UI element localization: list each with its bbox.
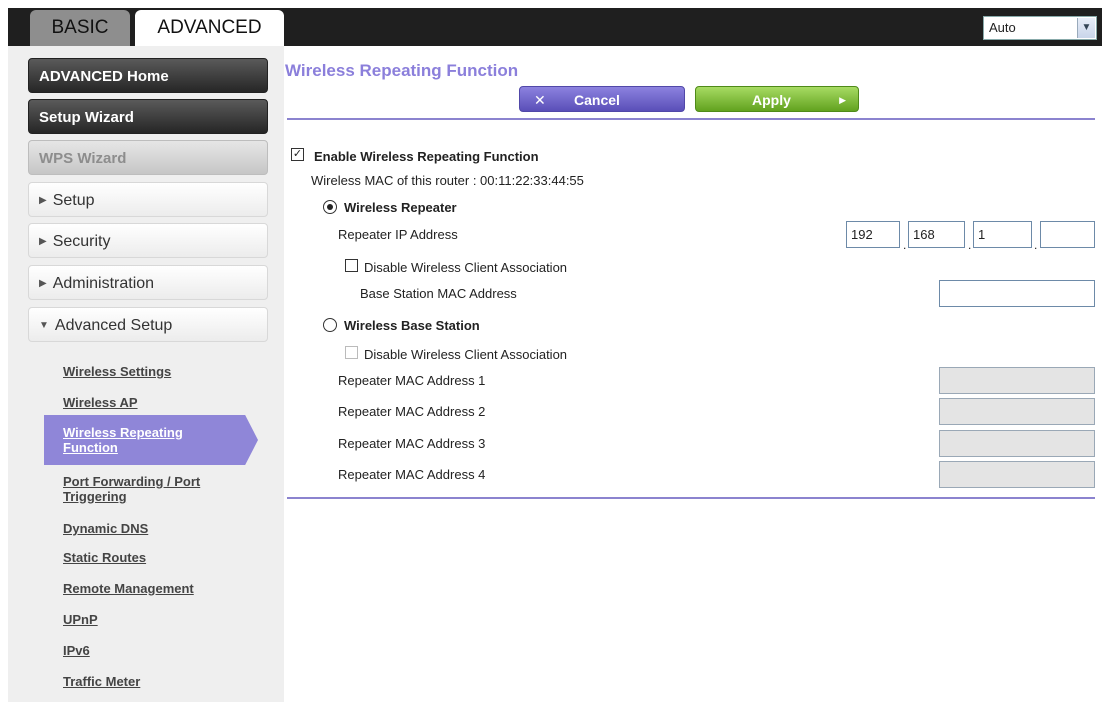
wps-wizard-button[interactable]: WPS Wizard <box>28 140 268 175</box>
repeater-mac-4-input[interactable] <box>939 461 1095 488</box>
sidebar-item-label: Advanced Setup <box>54 317 173 334</box>
apply-button[interactable]: Apply ▶ <box>695 86 859 112</box>
ip-dot: . <box>968 238 972 252</box>
sidebar-item-security[interactable]: ▶ Security <box>28 223 268 258</box>
repeater-mac-2-input[interactable] <box>939 398 1095 425</box>
disable-client-assoc-checkbox[interactable] <box>345 259 358 272</box>
repeater-ip-octet-2[interactable]: 168 <box>908 221 965 248</box>
tab-basic[interactable]: BASIC <box>30 10 130 46</box>
sidebar-item-administration[interactable]: ▶ Administration <box>28 265 268 300</box>
repeater-ip-octet-1[interactable]: 192 <box>846 221 900 248</box>
wireless-repeater-label: Wireless Repeater <box>344 200 457 215</box>
triangle-down-icon: ▼ <box>39 320 49 331</box>
divider-top <box>287 118 1095 120</box>
sidebar-active-indicator: Wireless Repeating Function <box>44 415 258 465</box>
repeater-mac-3-label: Repeater MAC Address 3 <box>338 436 486 451</box>
sidebar-link-wireless-settings[interactable]: Wireless Settings <box>63 364 171 379</box>
wireless-base-station-radio[interactable] <box>323 318 337 332</box>
sidebar-link-static-routes[interactable]: Static Routes <box>63 550 146 565</box>
repeater-mac-4-label: Repeater MAC Address 4 <box>338 467 486 482</box>
cancel-button[interactable]: ✕ Cancel <box>519 86 685 112</box>
enable-repeating-label: Enable Wireless Repeating Function <box>314 149 539 164</box>
repeater-mac-2-label: Repeater MAC Address 2 <box>338 404 486 419</box>
sidebar-link-dynamic-dns[interactable]: Dynamic DNS <box>63 521 148 536</box>
cancel-label: Cancel <box>574 92 620 108</box>
sidebar-item-label: Setup <box>52 192 95 209</box>
router-mac-info: Wireless MAC of this router : 00:11:22:3… <box>311 173 584 188</box>
ip-dot: . <box>1034 238 1038 252</box>
wireless-repeater-radio[interactable] <box>323 200 337 214</box>
arrow-right-icon: ▶ <box>839 95 846 105</box>
disable-client-assoc-checkbox-2[interactable] <box>345 346 358 359</box>
sidebar-link-remote-management[interactable]: Remote Management <box>63 581 194 596</box>
repeater-ip-label: Repeater IP Address <box>338 227 458 242</box>
language-select-value: Auto <box>989 20 1016 35</box>
sidebar-item-label: Administration <box>52 275 155 292</box>
page-title: Wireless Repeating Function <box>285 61 519 80</box>
chevron-down-icon[interactable]: ▼ <box>1077 18 1095 38</box>
base-station-mac-label: Base Station MAC Address <box>360 286 517 301</box>
disable-client-assoc-label-2: Disable Wireless Client Association <box>364 347 568 362</box>
tab-advanced[interactable]: ADVANCED <box>135 10 284 46</box>
close-icon: ✕ <box>534 92 546 108</box>
repeater-ip-octet-4[interactable] <box>1040 221 1095 248</box>
repeater-ip-octet-3[interactable]: 1 <box>973 221 1032 248</box>
sidebar-item-setup[interactable]: ▶ Setup <box>28 182 268 217</box>
language-select[interactable]: Auto ▼ <box>983 16 1097 40</box>
repeater-mac-3-input[interactable] <box>939 430 1095 457</box>
disable-client-assoc-label: Disable Wireless Client Association <box>364 260 568 275</box>
triangle-right-icon: ▶ <box>39 195 47 206</box>
enable-repeating-checkbox[interactable]: ✓ <box>291 148 304 161</box>
apply-label: Apply <box>752 92 791 108</box>
ip-dot: . <box>903 238 907 252</box>
repeater-mac-1-label: Repeater MAC Address 1 <box>338 373 486 388</box>
sidebar-link-wireless-repeating-function[interactable]: Wireless Repeating Function <box>63 425 233 455</box>
divider-bottom <box>287 497 1095 499</box>
sidebar-link-wireless-ap[interactable]: Wireless AP <box>63 395 138 410</box>
sidebar-link-port-forwarding[interactable]: Port Forwarding / Port Triggering <box>63 474 253 504</box>
sidebar-link-upnp[interactable]: UPnP <box>63 612 98 627</box>
repeater-mac-1-input[interactable] <box>939 367 1095 394</box>
sidebar-item-label: Security <box>52 233 111 250</box>
sidebar-item-advanced-setup[interactable]: ▼ Advanced Setup <box>28 307 268 342</box>
triangle-right-icon: ▶ <box>39 278 47 289</box>
base-station-mac-input[interactable] <box>939 280 1095 307</box>
advanced-home-button[interactable]: ADVANCED Home <box>28 58 268 93</box>
sidebar-link-traffic-meter[interactable]: Traffic Meter <box>63 674 140 689</box>
sidebar-link-ipv6[interactable]: IPv6 <box>63 643 90 658</box>
wireless-base-station-label: Wireless Base Station <box>344 318 480 333</box>
setup-wizard-button[interactable]: Setup Wizard <box>28 99 268 134</box>
triangle-right-icon: ▶ <box>39 236 47 247</box>
